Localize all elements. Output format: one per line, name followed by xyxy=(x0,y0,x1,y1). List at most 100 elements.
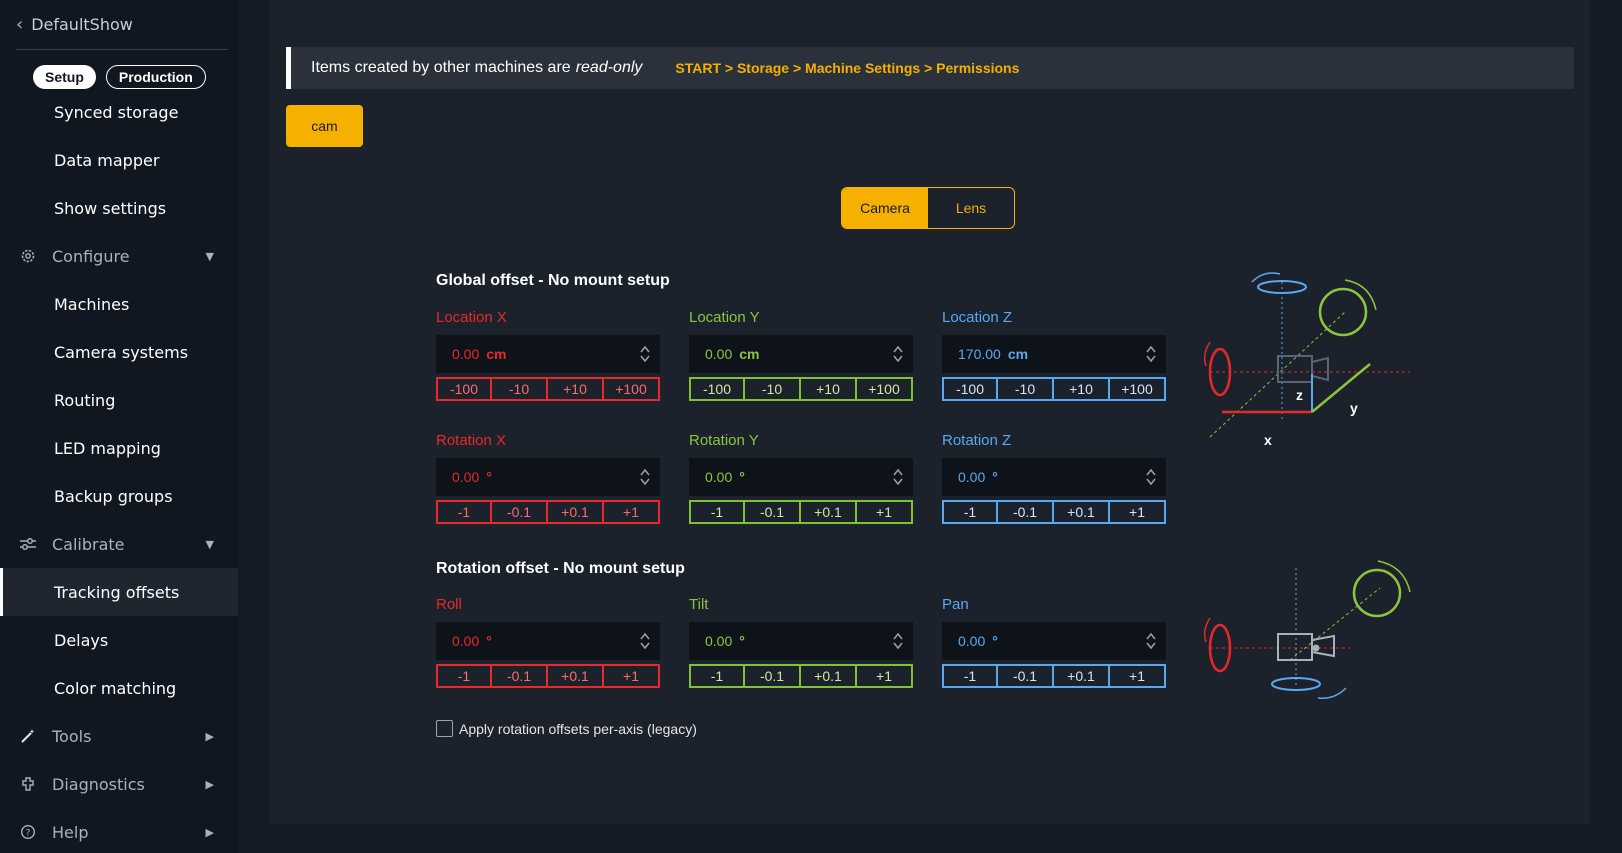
legacy-rotation-checkbox[interactable]: Apply rotation offsets per-axis (legacy) xyxy=(436,720,697,737)
roll-input[interactable]: 0.00 ° xyxy=(436,622,660,660)
sidebar-group-tools[interactable]: Tools ▶ xyxy=(0,712,238,760)
rotation-offset-diagram xyxy=(1203,560,1411,700)
step-button[interactable]: +100 xyxy=(604,377,660,401)
sidebar-item-synced-storage[interactable]: Synced storage xyxy=(0,88,238,136)
sidebar-item-camera-systems[interactable]: Camera systems xyxy=(0,328,238,376)
step-button[interactable]: -0.1 xyxy=(492,664,548,688)
step-label: +1 xyxy=(876,504,892,520)
sidebar-group-calibrate[interactable]: Calibrate ▼ xyxy=(0,520,238,568)
step-button[interactable]: -1 xyxy=(689,500,745,524)
field-label: Location Y xyxy=(689,309,760,326)
step-button[interactable]: -10 xyxy=(998,377,1054,401)
sidebar-item-tracking-offsets[interactable]: Tracking offsets xyxy=(0,568,238,616)
checkbox-icon[interactable] xyxy=(436,720,453,737)
field-unit: ° xyxy=(739,633,745,649)
step-button[interactable]: +10 xyxy=(801,377,857,401)
sidebar-item-data-mapper[interactable]: Data mapper xyxy=(0,136,238,184)
step-button[interactable]: +0.1 xyxy=(801,500,857,524)
camera-select-button[interactable]: cam xyxy=(286,105,363,147)
sidebar-item-label: Tracking offsets xyxy=(54,582,180,602)
rotation-z-input[interactable]: 0.00 ° xyxy=(942,458,1166,496)
global-axes-diagram: z y x xyxy=(1203,272,1410,448)
sidebar-item-backup-groups[interactable]: Backup groups xyxy=(0,472,238,520)
sidebar-item-machines[interactable]: Machines xyxy=(0,280,238,328)
step-button[interactable]: -1 xyxy=(436,664,492,688)
step-button[interactable]: +1 xyxy=(857,664,913,688)
sliders-icon xyxy=(18,534,38,554)
roll-arrow-icon xyxy=(1203,617,1211,643)
spinner-icon[interactable] xyxy=(1146,632,1156,650)
step-button[interactable]: -100 xyxy=(689,377,745,401)
mode-production[interactable]: Production xyxy=(105,65,206,89)
step-label: -0.1 xyxy=(759,668,785,684)
step-button[interactable]: -0.1 xyxy=(745,500,801,524)
step-button[interactable]: -1 xyxy=(942,664,998,688)
spinner-icon[interactable] xyxy=(893,468,903,486)
sidebar-group-configure[interactable]: Configure ▼ xyxy=(0,232,238,280)
svg-text:?: ? xyxy=(26,829,31,839)
sidebar-group-diagnostics[interactable]: Diagnostics ▶ xyxy=(0,760,238,808)
step-button[interactable]: +1 xyxy=(1110,500,1166,524)
step-button[interactable]: +0.1 xyxy=(1054,664,1110,688)
step-button[interactable]: -0.1 xyxy=(998,664,1054,688)
step-button[interactable]: -0.1 xyxy=(492,500,548,524)
gear-icon xyxy=(18,246,38,266)
tab-camera[interactable]: Camera xyxy=(842,188,928,228)
step-button[interactable]: -1 xyxy=(689,664,745,688)
tilt-input[interactable]: 0.00 ° xyxy=(689,622,913,660)
sidebar-item-led-mapping[interactable]: LED mapping xyxy=(0,424,238,472)
pan-input[interactable]: 0.00 ° xyxy=(942,622,1166,660)
step-button[interactable]: +10 xyxy=(1054,377,1110,401)
step-button[interactable]: +1 xyxy=(604,500,660,524)
rotation-y-input[interactable]: 0.00 ° xyxy=(689,458,913,496)
step-button[interactable]: +100 xyxy=(1110,377,1166,401)
spinner-icon[interactable] xyxy=(640,345,650,363)
field-label: Location X xyxy=(436,309,507,326)
step-button[interactable]: -100 xyxy=(436,377,492,401)
step-button[interactable]: +100 xyxy=(857,377,913,401)
step-button[interactable]: +0.1 xyxy=(548,500,604,524)
field-value: 170.00 xyxy=(958,346,1001,362)
rotation-x-input[interactable]: 0.00 ° xyxy=(436,458,660,496)
y-rotation-arrow-icon xyxy=(1344,279,1377,311)
step-buttons: -1 -0.1 +0.1 +1 xyxy=(436,500,660,524)
sidebar-group-help[interactable]: ? Help ▶ xyxy=(0,808,238,853)
location-z-input[interactable]: 170.00 cm xyxy=(942,335,1166,373)
spinner-icon[interactable] xyxy=(1146,468,1156,486)
spinner-icon[interactable] xyxy=(1146,345,1156,363)
location-x-input[interactable]: 0.00 cm xyxy=(436,335,660,373)
mode-setup[interactable]: Setup xyxy=(33,65,96,89)
step-button[interactable]: -100 xyxy=(942,377,998,401)
step-button[interactable]: -10 xyxy=(745,377,801,401)
step-button[interactable]: +1 xyxy=(604,664,660,688)
step-button[interactable]: +0.1 xyxy=(548,664,604,688)
y-axis-arrow xyxy=(1311,363,1371,413)
step-button[interactable]: -10 xyxy=(492,377,548,401)
chevron-left-icon: ‹ xyxy=(16,14,24,35)
sidebar-item-color-matching[interactable]: Color matching xyxy=(0,664,238,712)
sidebar-item-routing[interactable]: Routing xyxy=(0,376,238,424)
step-label: -0.1 xyxy=(759,504,785,520)
sidebar-item-delays[interactable]: Delays xyxy=(0,616,238,664)
step-button[interactable]: -0.1 xyxy=(745,664,801,688)
step-button[interactable]: +10 xyxy=(548,377,604,401)
back-link[interactable]: ‹ DefaultShow xyxy=(16,14,133,35)
tab-lens[interactable]: Lens xyxy=(928,188,1014,228)
spinner-icon[interactable] xyxy=(640,632,650,650)
field-label: Rotation Y xyxy=(689,432,759,449)
step-buttons: -100 -10 +10 +100 xyxy=(689,377,913,401)
breadcrumb[interactable]: START > Storage > Machine Settings > Per… xyxy=(675,60,1019,76)
sidebar-item-show-settings[interactable]: Show settings xyxy=(0,184,238,232)
step-button[interactable]: +1 xyxy=(1110,664,1166,688)
step-button[interactable]: -1 xyxy=(436,500,492,524)
step-button[interactable]: +1 xyxy=(857,500,913,524)
step-button[interactable]: +0.1 xyxy=(801,664,857,688)
step-button[interactable]: -1 xyxy=(942,500,998,524)
location-y-input[interactable]: 0.00 cm xyxy=(689,335,913,373)
spinner-icon[interactable] xyxy=(893,632,903,650)
step-button[interactable]: +0.1 xyxy=(1054,500,1110,524)
step-label: -0.1 xyxy=(506,504,532,520)
step-button[interactable]: -0.1 xyxy=(998,500,1054,524)
spinner-icon[interactable] xyxy=(640,468,650,486)
spinner-icon[interactable] xyxy=(893,345,903,363)
